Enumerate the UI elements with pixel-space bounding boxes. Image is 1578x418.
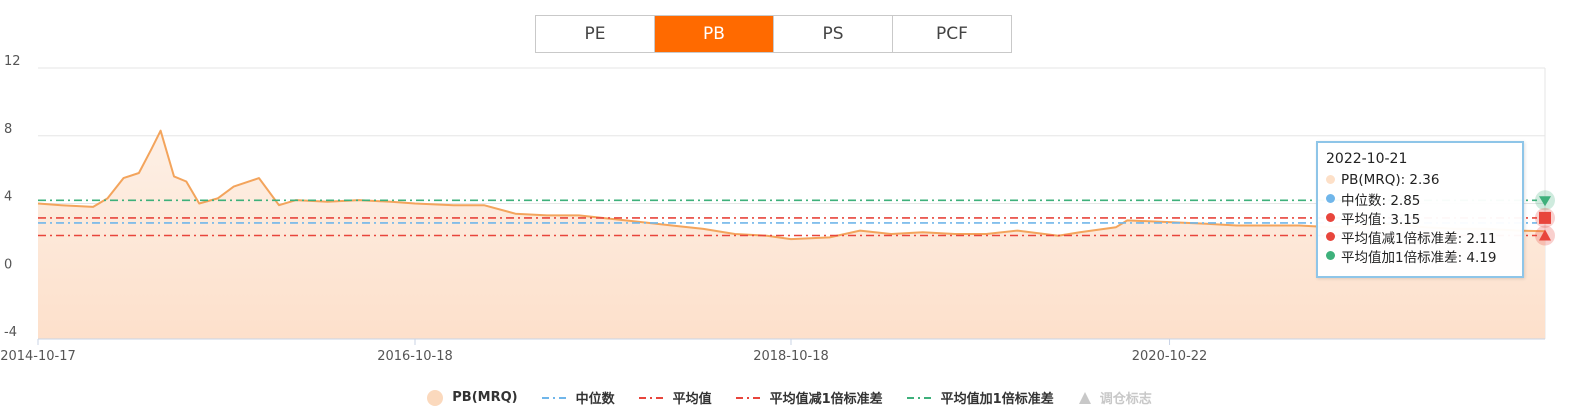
pb-dot-icon [1326,175,1335,184]
legend-item-pb[interactable]: PB(MRQ) [426,388,518,407]
chart-legend: PB(MRQ) 中位数 平均值 平均值减1倍标准差 平均值加1倍标准差 调仓标志 [0,388,1578,407]
y-tick-label: 4 [4,190,12,205]
x-tick-label: 2018-10-18 [753,349,829,364]
tooltip-date: 2022-10-21 [1326,151,1408,167]
dash-dot-line-icon [735,396,762,399]
tooltip-median-text: 中位数: 2.85 [1341,192,1421,209]
y-tick-label: -4 [4,325,17,340]
legend-label-mean-minus-std: 平均值减1倍标准差 [769,392,883,407]
legend-label-pb: PB(MRQ) [452,390,518,405]
y-tick-label: 12 [4,54,21,69]
circle-icon [427,389,444,406]
chart-tooltip: 2022-10-21 PB(MRQ): 2.36 中位数: 2.85 平均值: … [1316,141,1524,278]
x-tick-label: 2016-10-18 [377,349,453,364]
legend-label-rebalance: 调仓标志 [1099,392,1152,407]
tooltip-row-mean: 平均值: 3.15 [1326,208,1514,228]
tooltip-mean-minus-text: 平均值减1倍标准差: 2.11 [1341,230,1497,247]
y-tick-label: 0 [4,257,12,272]
tooltip-row-median: 中位数: 2.85 [1326,189,1514,209]
dash-dot-line-icon [541,396,568,399]
tooltip-row-pb: PB(MRQ): 2.36 [1326,170,1514,189]
tooltip-mean-text: 平均值: 3.15 [1341,211,1421,228]
tooltip-pb-text: PB(MRQ): 2.36 [1341,171,1440,188]
mean-minus-dot-icon [1326,232,1335,241]
legend-label-median: 中位数 [575,392,615,407]
legend-item-mean-plus-std[interactable]: 平均值加1倍标准差 [906,388,1054,407]
tooltip-row-mean-minus-std: 平均值减1倍标准差: 2.11 [1326,227,1514,247]
mean-dot-icon [1326,213,1335,222]
dash-dot-line-icon [906,396,933,399]
legend-item-mean[interactable]: 平均值 [638,388,712,407]
legend-item-rebalance[interactable]: 调仓标志 [1078,388,1152,407]
median-dot-icon [1326,194,1335,203]
mean-plus-dot-icon [1326,251,1335,260]
legend-label-mean: 平均值 [672,392,712,407]
triangle-icon [1078,391,1091,404]
dash-dot-line-icon [638,396,665,399]
tooltip-mean-plus-text: 平均值加1倍标准差: 4.19 [1341,249,1497,266]
x-tick-label: 2014-10-17 [0,349,76,364]
y-tick-label: 8 [4,122,12,137]
end-markers[interactable] [1535,190,1555,246]
legend-item-mean-minus-std[interactable]: 平均值减1倍标准差 [735,388,883,407]
square-icon [1539,211,1551,224]
legend-label-mean-plus-std: 平均值加1倍标准差 [940,392,1054,407]
legend-item-median[interactable]: 中位数 [541,388,615,407]
tooltip-row-mean-plus-std: 平均值加1倍标准差: 4.19 [1326,246,1514,266]
x-tick-label: 2020-10-22 [1132,349,1208,364]
